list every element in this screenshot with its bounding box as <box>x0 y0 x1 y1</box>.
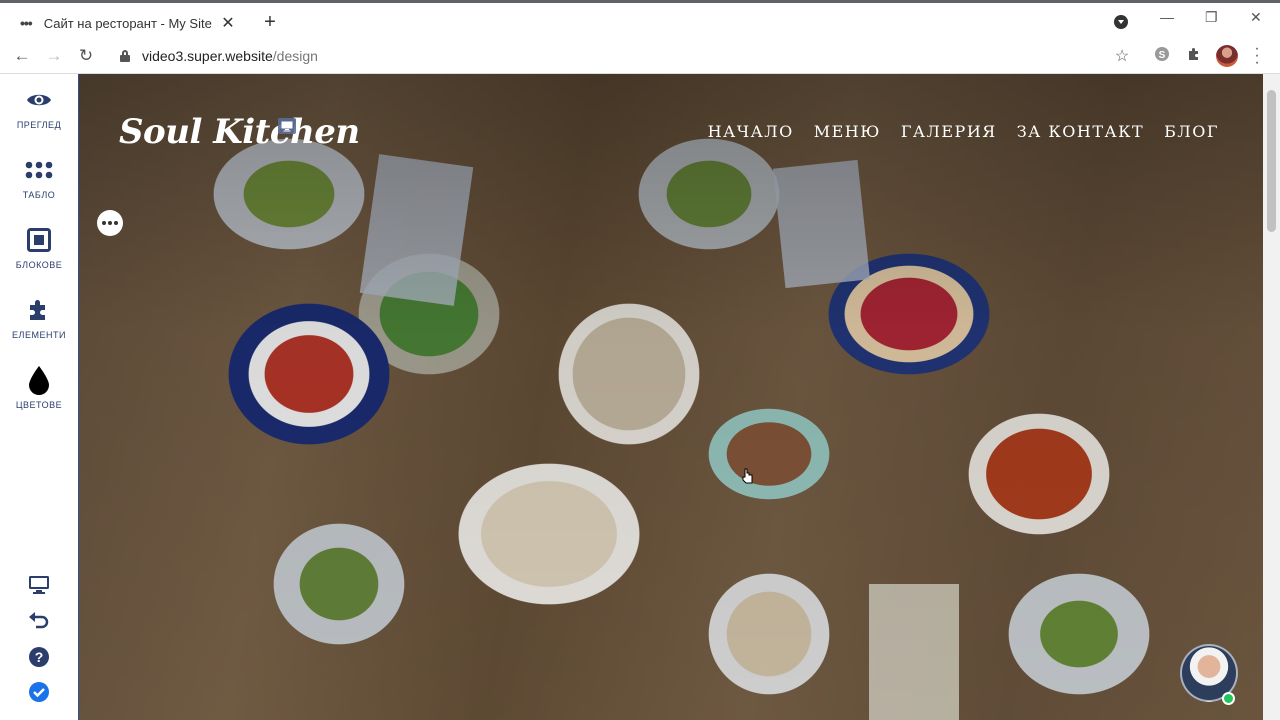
url-field[interactable]: video3.super.website/design <box>142 48 318 64</box>
profile-avatar[interactable] <box>1216 45 1238 67</box>
eye-icon <box>0 84 78 116</box>
bookmark-star-icon[interactable]: ☆ <box>1112 46 1132 66</box>
undo-icon[interactable] <box>26 607 52 633</box>
check-circle-icon[interactable] <box>26 679 52 705</box>
sidebar-item-blocks[interactable]: БЛОКОВЕ <box>0 224 78 270</box>
sidebar-item-preview[interactable]: ПРЕГЛЕД <box>0 84 78 130</box>
sidebar-item-label: ЦВЕТОВЕ <box>15 400 63 410</box>
decor-napkin <box>359 154 474 306</box>
sidebar-item-label: ПРЕГЛЕД <box>16 120 62 130</box>
sidebar-item-label: ЕЛЕМЕНТИ <box>12 330 66 340</box>
tab-favicon-icon: ••• <box>20 15 33 31</box>
drop-icon <box>0 364 78 396</box>
editor-sidebar: ПРЕГЛЕД ТАБЛО БЛОКОВЕ ЕЛЕМЕНТИ ЦВЕТОВЕ ? <box>0 74 79 720</box>
sidebar-item-label: ТАБЛО <box>22 190 56 200</box>
tab-title: Сайт на ресторант - My Site <box>43 15 212 31</box>
sidebar-item-dashboard[interactable]: ТАБЛО <box>0 154 78 200</box>
reload-button[interactable]: ↻ <box>76 46 96 66</box>
nav-contact[interactable]: ЗА КОНТАКТ <box>1017 122 1144 141</box>
browser-tab[interactable]: ••• Сайт на ресторант - My Site ✕ <box>8 6 248 40</box>
hand-cursor-icon <box>742 468 753 484</box>
site-preview-canvas[interactable]: Soul Kitchen НАЧАЛО МЕНЮ ГАЛЕРИЯ ЗА КОНТ… <box>79 74 1263 720</box>
puzzle-icon <box>0 294 78 326</box>
svg-text:?: ? <box>35 649 44 665</box>
forward-button[interactable]: → <box>44 46 64 66</box>
sidebar-item-label: БЛОКОВЕ <box>15 260 63 270</box>
svg-text:S: S <box>1159 50 1166 61</box>
site-navigation: НАЧАЛО МЕНЮ ГАЛЕРИЯ ЗА КОНТАКТ БЛОГ <box>708 122 1219 141</box>
nav-menu[interactable]: МЕНЮ <box>814 122 881 141</box>
tab-close-icon[interactable]: ✕ <box>220 13 236 33</box>
monitor-icon[interactable] <box>26 572 52 598</box>
tab-search-icon[interactable] <box>1114 15 1128 29</box>
restore-button[interactable]: ❐ <box>1205 9 1218 26</box>
sidebar-item-colors[interactable]: ЦВЕТОВЕ <box>0 364 78 410</box>
decor-napkin <box>772 159 871 289</box>
back-button[interactable]: ← <box>12 46 32 66</box>
browser-tab-bar: ••• Сайт на ресторант - My Site ✕ + — ❐ … <box>0 0 1280 40</box>
sidebar-item-elements[interactable]: ЕЛЕМЕНТИ <box>0 294 78 340</box>
address-bar: ← → ↻ video3.super.website/design ☆ S · ·… <box>0 40 1280 74</box>
nav-blog[interactable]: БЛОГ <box>1164 122 1219 141</box>
browser-menu-icon[interactable]: · · · <box>1252 41 1262 71</box>
dashboard-grid-icon <box>0 154 78 186</box>
nav-gallery[interactable]: ГАЛЕРИЯ <box>901 122 997 141</box>
close-window-button[interactable]: ✕ <box>1250 9 1262 26</box>
nav-home[interactable]: НАЧАЛО <box>708 122 794 141</box>
new-tab-button[interactable]: + <box>260 11 280 34</box>
url-path: /design <box>272 48 318 64</box>
scrollbar-thumb[interactable] <box>1267 90 1276 232</box>
blocks-icon <box>0 224 78 256</box>
help-icon[interactable]: ? <box>26 644 52 670</box>
lock-icon <box>120 50 130 62</box>
online-status-dot <box>1222 692 1235 705</box>
url-host: video3.super.website <box>142 48 273 64</box>
page-scrollbar[interactable] <box>1263 74 1280 720</box>
extensions-puzzle-icon[interactable] <box>1184 46 1204 67</box>
block-options-button[interactable] <box>97 210 123 236</box>
site-logo[interactable]: Soul Kitchen <box>119 112 360 152</box>
skype-extension-icon[interactable]: S <box>1152 46 1172 67</box>
minimize-button[interactable]: — <box>1160 9 1174 25</box>
decor-napkin <box>869 584 959 720</box>
desktop-view-badge-icon[interactable] <box>278 118 296 134</box>
